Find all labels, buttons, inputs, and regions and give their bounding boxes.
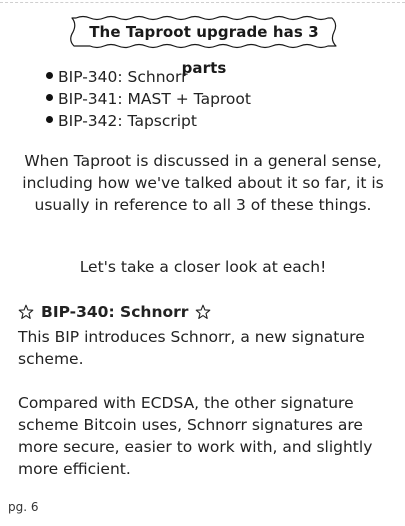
section-paragraph: Compared with ECDSA, the other signature… xyxy=(18,394,373,478)
star-icon xyxy=(18,304,34,319)
section-paragraph: This BIP introduces Schnorr, a new signa… xyxy=(18,328,365,368)
page-title: The Taproot upgrade has 3 parts xyxy=(89,23,319,77)
list-item-label: BIP-341: MAST + Taproot xyxy=(58,90,251,108)
star-icon xyxy=(196,304,211,319)
page-number: pg. 6 xyxy=(8,500,39,514)
bullet-icon xyxy=(46,116,53,123)
list-item-label: BIP-340: Schnorr xyxy=(58,68,188,86)
intro-paragraph: When Taproot is discussed in a general s… xyxy=(22,152,384,214)
list-item-label: BIP-342: Tapscript xyxy=(58,112,197,130)
document-page: The Taproot upgrade has 3 parts BIP-340:… xyxy=(0,0,405,526)
section-heading-text: BIP-340: Schnorr xyxy=(41,303,189,321)
closer-look-text: Let's take a closer look at each! xyxy=(79,258,327,276)
parts-list: BIP-340: Schnorr BIP-341: MAST + Taproot… xyxy=(46,66,251,132)
list-item: BIP-342: Tapscript xyxy=(46,110,251,132)
list-item: BIP-340: Schnorr xyxy=(46,66,251,88)
bullet-icon xyxy=(46,72,53,79)
bullet-icon xyxy=(46,94,53,101)
top-dashed-border xyxy=(0,2,405,3)
title-banner: The Taproot upgrade has 3 parts xyxy=(66,14,342,77)
list-item: BIP-341: MAST + Taproot xyxy=(46,88,251,110)
section-heading: BIP-340: Schnorr xyxy=(18,301,211,323)
